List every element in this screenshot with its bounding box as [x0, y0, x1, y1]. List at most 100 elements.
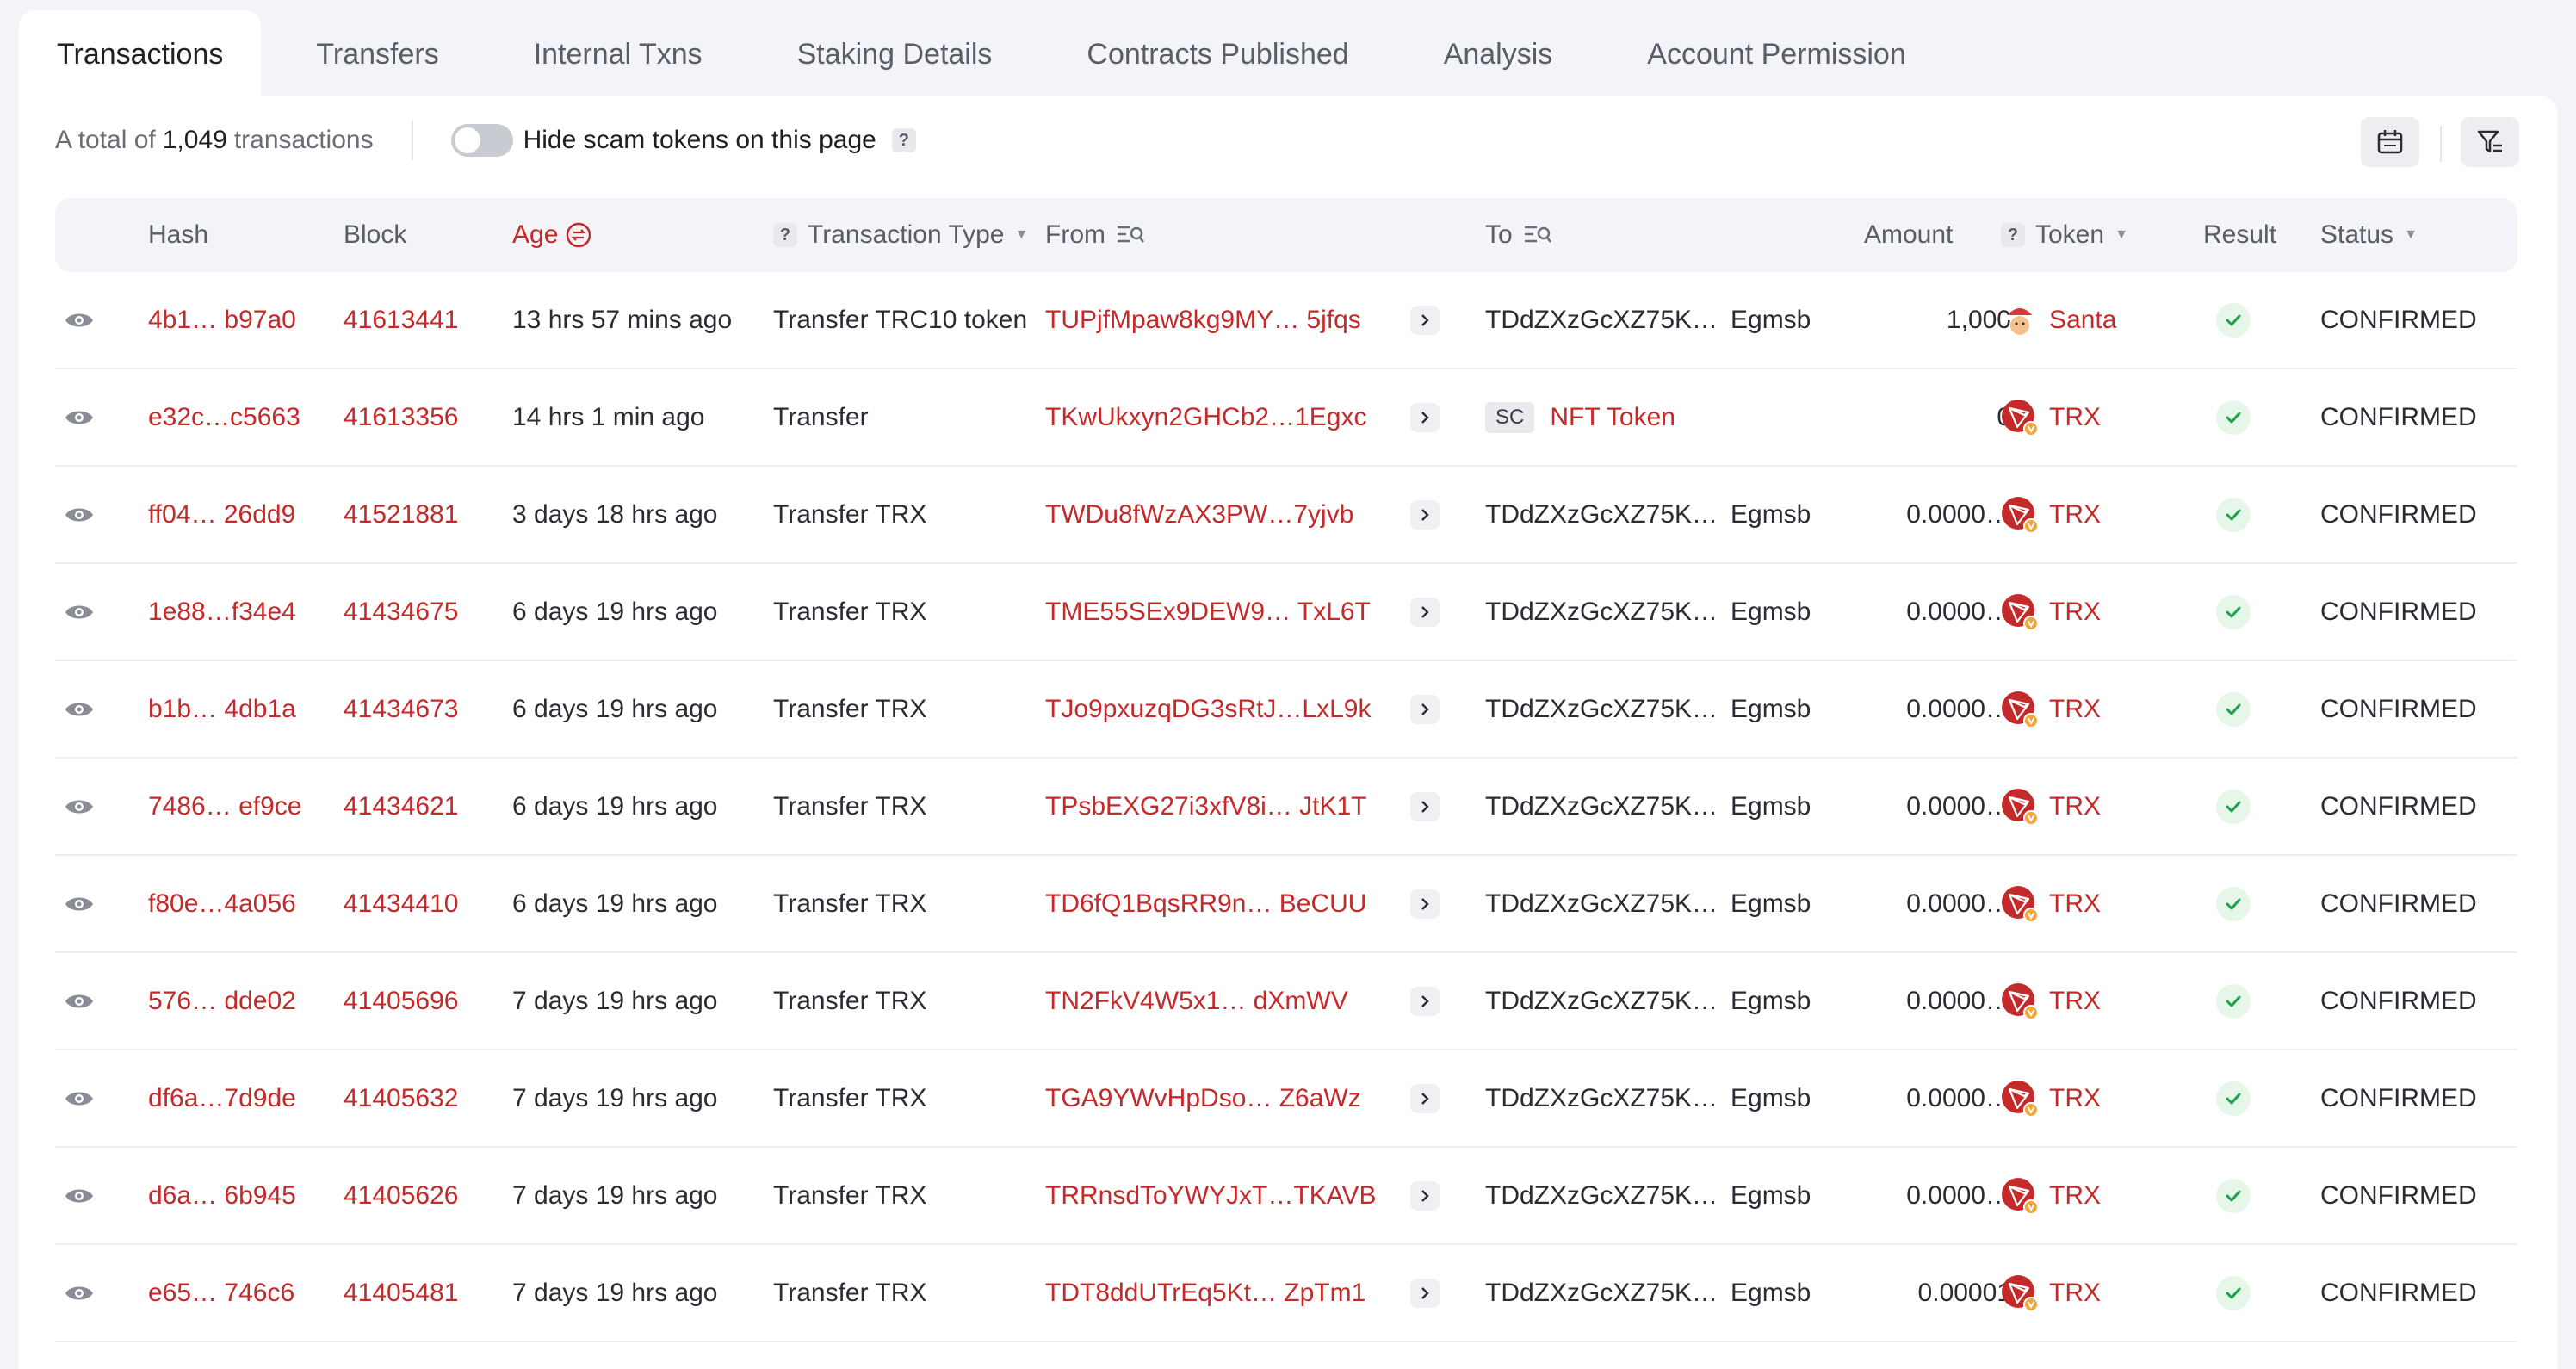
- type-help-icon[interactable]: ?: [773, 223, 797, 247]
- to-address[interactable]: TDdZXzGcXZ75K…: [1485, 856, 1718, 951]
- eye-icon[interactable]: [64, 467, 95, 562]
- token-link[interactable]: TRX: [2049, 500, 2101, 530]
- table-row[interactable]: df6a…7d9de 41405632 7 days 19 hrs ago Trans…: [55, 1050, 2517, 1148]
- table-row[interactable]: 7486… ef9ce 41434621 6 days 19 hrs ago Tran…: [55, 759, 2517, 856]
- tab-transactions[interactable]: Transactions: [19, 10, 262, 98]
- from-address-link[interactable]: TUPjfMpaw8kg9MY… 5jfqs: [1045, 272, 1361, 368]
- calendar-button[interactable]: [2361, 117, 2419, 167]
- from-address-link[interactable]: TD6fQ1BqsRR9n… BeCUU: [1045, 856, 1366, 951]
- eye-icon[interactable]: [64, 953, 95, 1049]
- from-address-link[interactable]: TWDu8fWzAX3PW…7yjvb: [1045, 467, 1353, 562]
- from-address-link[interactable]: TJo9pxuzqDG3sRtJ…LxL9k: [1045, 661, 1372, 757]
- block-link[interactable]: 41405481: [344, 1245, 458, 1341]
- table-row[interactable]: e32c…c5663 41613356 14 hrs 1 min ago Transf…: [55, 369, 2517, 467]
- to-contract-link[interactable]: NFT Token: [1550, 403, 1675, 432]
- from-address-link[interactable]: TME55SEx9DEW9… TxL6T: [1045, 564, 1371, 660]
- block-link[interactable]: 41405626: [344, 1148, 458, 1243]
- token-cell[interactable]: TRX: [2001, 1245, 2101, 1341]
- tx-hash-link[interactable]: b1b… 4db1a: [148, 661, 296, 757]
- column-age[interactable]: Age: [512, 198, 592, 272]
- from-address-link[interactable]: TN2FkV4W5x1… dXmWV: [1045, 953, 1348, 1049]
- table-row[interactable]: d6a… 6b945 41405626 7 days 19 hrs ago Trans…: [55, 1148, 2517, 1245]
- block-link[interactable]: 41405696: [344, 953, 458, 1049]
- column-transaction-type[interactable]: ? Transaction Type ▼: [773, 198, 1028, 272]
- tx-hash-link[interactable]: df6a…7d9de: [148, 1050, 296, 1146]
- block-link[interactable]: 41434673: [344, 661, 458, 757]
- to-address[interactable]: TDdZXzGcXZ75K…: [1485, 661, 1718, 757]
- tx-hash-link[interactable]: 576… dde02: [148, 953, 296, 1049]
- tab-account-permission[interactable]: Account Permission: [1647, 10, 1947, 98]
- token-cell[interactable]: Santa: [2001, 272, 2116, 368]
- table-row[interactable]: 576… dde02 41405696 7 days 19 hrs ago Trans…: [55, 953, 2517, 1050]
- to-address[interactable]: TDdZXzGcXZ75K…: [1485, 564, 1718, 660]
- token-cell[interactable]: TRX: [2001, 467, 2101, 562]
- table-row[interactable]: b1b… 4db1a 41434673 6 days 19 hrs ago Trans…: [55, 661, 2517, 759]
- token-cell[interactable]: TRX: [2001, 856, 2101, 951]
- eye-icon[interactable]: [64, 272, 95, 368]
- to-address[interactable]: TDdZXzGcXZ75K…: [1485, 953, 1718, 1049]
- token-cell[interactable]: TRX: [2001, 1148, 2101, 1243]
- eye-icon[interactable]: [64, 369, 95, 465]
- eye-icon[interactable]: [64, 1245, 95, 1341]
- token-cell[interactable]: TRX: [2001, 953, 2101, 1049]
- block-link[interactable]: 41434410: [344, 856, 458, 951]
- token-help-icon[interactable]: ?: [2001, 223, 2025, 247]
- column-to[interactable]: To: [1485, 198, 1552, 272]
- token-link[interactable]: TRX: [2049, 987, 2101, 1016]
- column-from[interactable]: From: [1045, 198, 1145, 272]
- token-link[interactable]: TRX: [2049, 889, 2101, 919]
- from-address-link[interactable]: TPsbEXG27i3xfV8i… JtK1T: [1045, 759, 1366, 854]
- column-status[interactable]: Status ▼: [2320, 198, 2418, 272]
- token-link[interactable]: TRX: [2049, 598, 2101, 627]
- to-address[interactable]: TDdZXzGcXZ75K…: [1485, 1148, 1718, 1243]
- table-row[interactable]: 4b1… b97a0 41613441 13 hrs 57 mins ago Tran…: [55, 272, 2517, 369]
- table-row[interactable]: ff04… 26dd9 41521881 3 days 18 hrs ago Tran…: [55, 467, 2517, 564]
- block-link[interactable]: 41434621: [344, 759, 458, 854]
- to-address[interactable]: TDdZXzGcXZ75K…: [1485, 759, 1718, 854]
- tx-hash-link[interactable]: e32c…c5663: [148, 369, 300, 465]
- filter-button[interactable]: [2461, 117, 2519, 167]
- token-cell[interactable]: TRX: [2001, 369, 2101, 465]
- block-link[interactable]: 41521881: [344, 467, 458, 562]
- tx-hash-link[interactable]: 1e88…f34e4: [148, 564, 296, 660]
- token-link[interactable]: TRX: [2049, 1084, 2101, 1113]
- token-link[interactable]: Santa: [2049, 306, 2116, 335]
- from-address-link[interactable]: TDT8ddUTrEq5Kt… ZpTm1: [1045, 1245, 1365, 1341]
- to-address[interactable]: TDdZXzGcXZ75K…: [1485, 1050, 1718, 1146]
- to-address[interactable]: TDdZXzGcXZ75K…: [1485, 467, 1718, 562]
- block-link[interactable]: 41613356: [344, 369, 458, 465]
- eye-icon[interactable]: [64, 1050, 95, 1146]
- token-cell[interactable]: TRX: [2001, 564, 2101, 660]
- to-address[interactable]: TDdZXzGcXZ75K…: [1485, 1245, 1718, 1341]
- hide-scam-toggle[interactable]: [450, 124, 513, 157]
- token-link[interactable]: TRX: [2049, 695, 2101, 724]
- token-cell[interactable]: TRX: [2001, 661, 2101, 757]
- token-link[interactable]: TRX: [2049, 403, 2101, 432]
- token-cell[interactable]: TRX: [2001, 1050, 2101, 1146]
- token-link[interactable]: TRX: [2049, 792, 2101, 821]
- tab-contracts-published[interactable]: Contracts Published: [1087, 10, 1390, 98]
- table-row[interactable]: e65… 746c6 41405481 7 days 19 hrs ago Trans…: [55, 1245, 2517, 1342]
- tx-hash-link[interactable]: 4b1… b97a0: [148, 272, 296, 368]
- eye-icon[interactable]: [64, 1148, 95, 1243]
- tab-internal-txns[interactable]: Internal Txns: [534, 10, 744, 98]
- tab-transfers[interactable]: Transfers: [316, 10, 480, 98]
- column-token[interactable]: ? Token ▼: [2001, 198, 2128, 272]
- tx-hash-link[interactable]: 7486… ef9ce: [148, 759, 301, 854]
- eye-icon[interactable]: [64, 856, 95, 951]
- tx-hash-link[interactable]: f80e…4a056: [148, 856, 296, 951]
- tab-staking-details[interactable]: Staking Details: [797, 10, 1034, 98]
- eye-icon[interactable]: [64, 564, 95, 660]
- token-cell[interactable]: TRX: [2001, 759, 2101, 854]
- token-link[interactable]: TRX: [2049, 1181, 2101, 1211]
- from-address-link[interactable]: TRRnsdToYWYJxT…TKAVB: [1045, 1148, 1377, 1243]
- from-address-link[interactable]: TKwUkxyn2GHCb2…1Egxc: [1045, 369, 1366, 465]
- block-link[interactable]: 41613441: [344, 272, 458, 368]
- token-link[interactable]: TRX: [2049, 1279, 2101, 1308]
- block-link[interactable]: 41434675: [344, 564, 458, 660]
- tab-analysis[interactable]: Analysis: [1444, 10, 1595, 98]
- eye-icon[interactable]: [64, 661, 95, 757]
- to-address[interactable]: TDdZXzGcXZ75K…: [1485, 272, 1718, 368]
- help-icon[interactable]: ?: [891, 128, 916, 152]
- table-row[interactable]: 1e88…f34e4 41434675 6 days 19 hrs ago Trans…: [55, 564, 2517, 661]
